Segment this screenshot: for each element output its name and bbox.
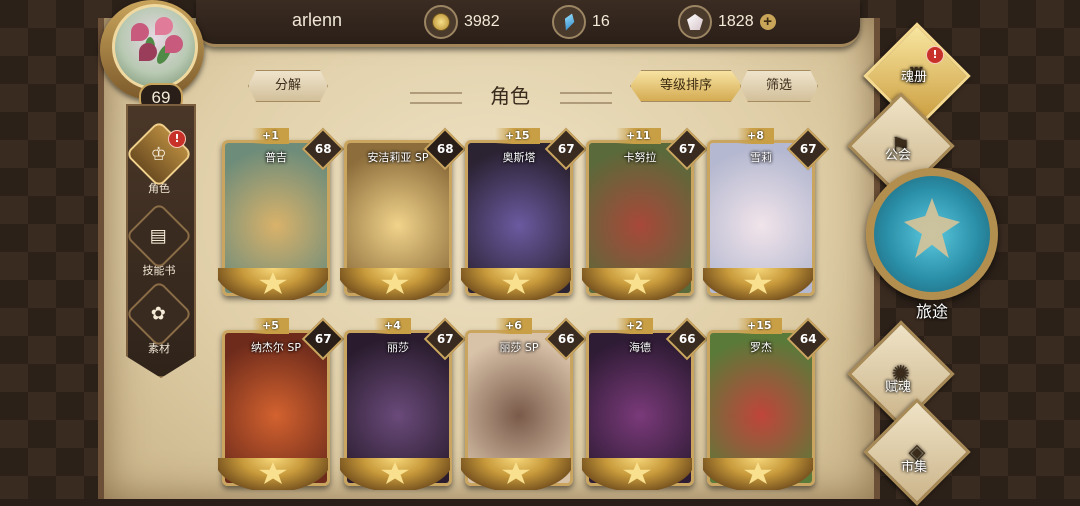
rank-star-icon xyxy=(744,462,772,484)
hero-upgrade-badge: +8 xyxy=(737,128,774,144)
hero-rank-wings-icon xyxy=(582,268,692,300)
nav-label: 赋魂 xyxy=(884,380,911,395)
crystal-icon xyxy=(552,5,586,39)
add-gems-button[interactable]: + xyxy=(759,14,776,30)
hero-upgrade-badge: +15 xyxy=(737,318,782,334)
nav-market[interactable]: ◈ 市集 xyxy=(863,398,971,506)
hero-level: 68 xyxy=(436,141,454,156)
crystal-counter: 16 xyxy=(552,5,610,39)
book-icon: ▤ xyxy=(125,202,193,270)
title-ornament-right xyxy=(560,92,612,104)
hero-level: 64 xyxy=(799,331,817,346)
gem-icon xyxy=(678,5,712,39)
market-icon: ◈ xyxy=(863,398,971,506)
rank-star-icon xyxy=(381,462,409,484)
sort-by-level-button[interactable]: 等级排序 xyxy=(630,70,742,102)
hero-upgrade-badge: +5 xyxy=(252,318,289,334)
journey-emblem-icon xyxy=(904,198,960,258)
nav-label: 市集 xyxy=(900,460,927,475)
journey-label: 旅途 xyxy=(915,302,948,321)
hero-upgrade-badge: +4 xyxy=(374,318,411,334)
hero-rank-wings-icon xyxy=(218,458,328,490)
rank-star-icon xyxy=(502,462,530,484)
hero-upgrade-badge: +2 xyxy=(616,318,653,334)
hero-upgrade-badge: +11 xyxy=(616,128,661,144)
gold-counter: 3982 xyxy=(424,5,500,39)
material-icon: ✿ xyxy=(125,280,193,348)
hero-rank-wings-icon xyxy=(340,268,450,300)
hero-upgrade-badge: +15 xyxy=(495,128,540,144)
hero-rank-wings-icon xyxy=(582,458,692,490)
hero-level: 68 xyxy=(314,141,332,156)
helmet-icon: ♔ xyxy=(125,120,193,188)
nav-label: 魂册 xyxy=(900,70,927,85)
disassemble-button[interactable]: 分解 xyxy=(248,70,328,102)
hero-rank-wings-icon xyxy=(703,458,813,490)
filter-button[interactable]: 筛选 xyxy=(740,70,818,102)
page-title: 角色 xyxy=(490,84,530,108)
hero-upgrade-badge: +1 xyxy=(252,128,289,144)
hero-rank-wings-icon xyxy=(218,268,328,300)
gold-value: 3982 xyxy=(464,13,500,30)
hero-level: 66 xyxy=(557,331,575,346)
title-ornament-left xyxy=(410,92,462,104)
journey-button[interactable] xyxy=(866,168,998,300)
gem-value: 1828 xyxy=(718,13,754,30)
sidebar-item-skill-books[interactable]: ▤ 技能书 xyxy=(125,202,193,278)
rank-star-icon xyxy=(381,272,409,294)
hero-rank-wings-icon xyxy=(703,268,813,300)
gem-counter: 1828 + xyxy=(678,5,776,39)
rank-star-icon xyxy=(623,272,651,294)
hero-level: 66 xyxy=(678,331,696,346)
hero-level: 67 xyxy=(436,331,454,346)
player-name: arlenn xyxy=(292,10,343,30)
crystal-value: 16 xyxy=(592,13,610,30)
hero-rank-wings-icon xyxy=(340,458,450,490)
rank-star-icon xyxy=(744,272,772,294)
hero-upgrade-badge: +6 xyxy=(495,318,532,334)
hero-level: 67 xyxy=(678,141,696,156)
rank-star-icon xyxy=(259,462,287,484)
hero-rank-wings-icon xyxy=(461,268,571,300)
rank-star-icon xyxy=(623,462,651,484)
hero-level: 67 xyxy=(799,141,817,156)
hero-level: 67 xyxy=(557,141,575,156)
alert-icon: ! xyxy=(168,130,186,148)
rank-star-icon xyxy=(502,272,530,294)
gold-coin-icon xyxy=(424,5,458,39)
rank-star-icon xyxy=(259,272,287,294)
alert-icon: ! xyxy=(926,46,944,64)
player-avatar[interactable] xyxy=(112,4,198,90)
hero-rank-wings-icon xyxy=(461,458,571,490)
hero-level: 67 xyxy=(314,331,332,346)
nav-label: 公会 xyxy=(884,148,911,163)
sidebar-item-materials[interactable]: ✿ 素材 xyxy=(125,280,193,356)
